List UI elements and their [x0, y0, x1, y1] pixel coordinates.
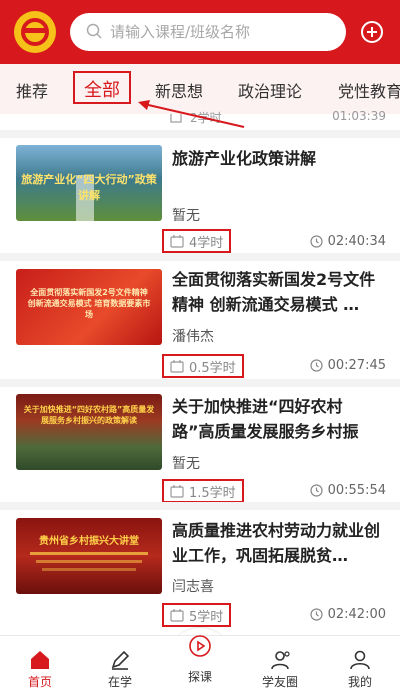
calendar-icon [170, 234, 184, 248]
user-icon [350, 650, 370, 670]
thumbnail-text: 贵州省乡村振兴大讲堂 [39, 536, 139, 547]
bottom-nav: 首页 在学 探课 学友圈 我的 [0, 635, 400, 693]
clock-icon [310, 608, 323, 621]
friends-icon [271, 651, 290, 670]
search-icon [86, 23, 102, 39]
course-title: 关于加快推进“四好农村路”高质量发展服务乡村振兴… [172, 397, 359, 441]
hours-highlight-box: 4学时 [162, 229, 232, 253]
list-item[interactable]: 贵州省乡村振兴大讲堂 高质量推进农村劳动力就业创业工作，巩固拓展脱贫… 闫志喜 … [0, 518, 400, 627]
list-item[interactable]: 旅游产业化“四大行动”政策讲解 旅游产业化政策讲解 暂无 4学时 02:40:3… [0, 145, 400, 253]
annotation-arrow-icon [138, 100, 245, 128]
nav-mine[interactable]: 我的 [320, 636, 400, 693]
tab-all[interactable]: 全部 [84, 76, 120, 102]
course-duration: 00:55:54 [327, 483, 386, 498]
play-icon [189, 635, 211, 657]
pen-icon [111, 650, 130, 670]
course-hours: 0.5学时 [189, 360, 236, 376]
course-duration-wrap: 00:27:45 [310, 358, 386, 373]
course-author: 潘伟杰 [172, 329, 214, 345]
thumbnail-text: 旅游产业化“四大行动”政策讲解 [21, 173, 157, 202]
course-duration-wrap: 02:40:34 [310, 234, 386, 249]
tab-recommend[interactable]: 推荐 [16, 78, 48, 102]
nav-label: 探课 [187, 670, 212, 684]
course-title: 高质量推进农村劳动力就业创业工作，巩固拓展脱贫… [172, 521, 381, 565]
nav-home[interactable]: 首页 [0, 636, 80, 693]
clock-icon [310, 484, 323, 497]
course-hours: 4学时 [189, 235, 224, 251]
list-item[interactable]: 全面贯彻落实新国发2号文件精神 创新流通交易模式 培育数据要素市场 全面贯彻落实… [0, 269, 400, 378]
course-duration: 02:42:00 [327, 607, 386, 622]
nav-friends[interactable]: 学友圈 [240, 636, 320, 693]
add-icon[interactable] [360, 20, 384, 44]
nav-learning[interactable]: 在学 [80, 636, 160, 693]
nav-label: 学友圈 [261, 675, 298, 689]
nav-label: 我的 [347, 675, 372, 689]
course-duration-wrap: 00:55:54 [310, 483, 386, 498]
calendar-icon [170, 484, 184, 498]
nav-label: 首页 [27, 675, 52, 689]
course-thumbnail: 旅游产业化“四大行动”政策讲解 [16, 145, 162, 221]
course-hours: 1.5学时 [189, 485, 236, 501]
hours-highlight-box: 0.5学时 [162, 354, 244, 378]
course-duration: 01:03:39 [332, 109, 386, 123]
course-duration: 02:40:34 [327, 234, 386, 249]
course-title: 全面贯彻落实新国发2号文件精神 创新流通交易模式 … [172, 270, 376, 314]
search-bar[interactable] [70, 13, 346, 51]
app-header [0, 0, 400, 64]
hours-highlight-box: 5学时 [162, 603, 232, 627]
course-author: 闫志喜 [172, 579, 214, 595]
list-item[interactable]: 关于加快推进“四好农村路”高质量发展服务乡村振兴的政策解读 关于加快推进“四好农… [0, 394, 400, 503]
app-logo [14, 11, 56, 53]
home-icon [31, 651, 49, 669]
course-author: 暂无 [172, 456, 200, 472]
nav-label: 在学 [107, 675, 132, 689]
calendar-icon [170, 608, 184, 622]
calendar-icon [170, 359, 184, 373]
course-thumbnail: 全面贯彻落实新国发2号文件精神 创新流通交易模式 培育数据要素市场 [16, 269, 162, 345]
thumbnail-text: 全面贯彻落实新国发2号文件精神 创新流通交易模式 培育数据要素市场 [27, 288, 151, 319]
course-thumbnail: 关于加快推进“四好农村路”高质量发展服务乡村振兴的政策解读 [16, 394, 162, 470]
course-duration: 00:27:45 [327, 358, 386, 373]
clock-icon [310, 359, 323, 372]
course-thumbnail: 贵州省乡村振兴大讲堂 [16, 518, 162, 594]
hours-highlight-box: 1.5学时 [162, 479, 244, 503]
tab-party-education[interactable]: 党性教育 [338, 78, 400, 102]
course-title: 旅游产业化政策讲解 [172, 149, 317, 168]
thumbnail-text: 关于加快推进“四好农村路”高质量发展服务乡村振兴的政策解读 [23, 405, 155, 425]
course-duration-wrap: 02:42:00 [310, 607, 386, 622]
nav-explore[interactable]: 探课 [160, 635, 240, 693]
course-hours: 5学时 [189, 609, 224, 625]
course-author: 暂无 [172, 208, 200, 224]
search-input[interactable] [110, 13, 338, 51]
clock-icon [310, 235, 323, 248]
